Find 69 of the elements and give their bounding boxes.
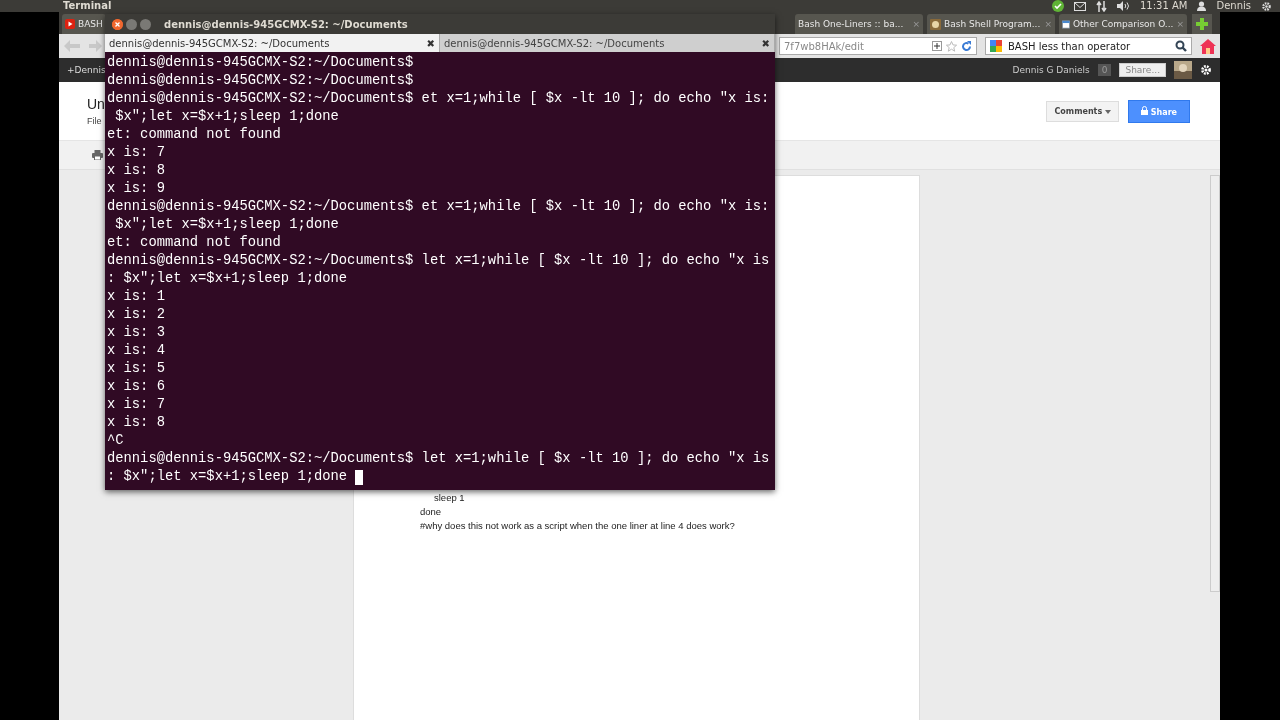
terminal-line: et: command not found — [107, 126, 281, 144]
scrollbar[interactable] — [1210, 175, 1220, 592]
search-icon[interactable] — [1175, 40, 1187, 52]
terminal-line: dennis@dennis-945GCMX-S2:~/Documents$ let x=1;while [ $x -lt 10 ]; do echo "x is — [107, 450, 770, 468]
terminal-line: x is: 4 — [107, 342, 165, 360]
terminal-tab[interactable]: dennis@dennis-945GCMX-S2: ~/Documents ✖ — [105, 34, 440, 52]
document-line: sleep 1 — [433, 491, 466, 505]
menu-item[interactable]: File — [87, 116, 102, 126]
person-icon — [1197, 1, 1207, 11]
profile-link[interactable]: +Dennis — [67, 65, 106, 75]
terminal-line: x is: 8 — [107, 414, 165, 432]
avatar-icon[interactable] — [1174, 61, 1192, 79]
maximize-icon[interactable] — [140, 18, 151, 30]
network-icon[interactable] — [1096, 0, 1107, 12]
search-field[interactable]: BASH less than operator — [985, 37, 1192, 55]
terminal-line: x is: 1 — [107, 288, 165, 306]
document-line: done — [420, 505, 443, 519]
terminal-line: dennis@dennis-945GCMX-S2:~/Documents$ et x=1;while [ $x -lt 10 ]; do echo "x is: — [107, 90, 770, 108]
app-name: Terminal — [63, 0, 112, 12]
gear-icon[interactable] — [1261, 0, 1272, 12]
terminal-line: x is: 7 — [107, 144, 165, 162]
terminal-line: : $x";let x=$x+1;sleep 1;done — [107, 270, 348, 288]
terminal-tab[interactable]: dennis@dennis-945GCMX-S2: ~/Documents ✖ — [440, 34, 775, 52]
print-icon[interactable] — [92, 150, 103, 160]
terminal-line: x is: 2 — [107, 306, 165, 324]
terminal-line: : $x";let x=$x+1;sleep 1;done — [107, 468, 349, 486]
plus-icon[interactable] — [1192, 14, 1212, 34]
terminal-line: x is: 3 — [107, 324, 165, 342]
check-icon[interactable] — [1052, 0, 1064, 12]
speaker-icon[interactable] — [1117, 1, 1130, 11]
user-name[interactable]: Dennis — [1216, 0, 1251, 12]
star-icon[interactable] — [946, 40, 957, 52]
google-icon — [990, 40, 1002, 52]
browser-tab[interactable]: Bash Shell Program... × — [927, 14, 1055, 34]
terminal-line: ^C — [107, 432, 124, 450]
home-icon[interactable] — [1200, 38, 1216, 54]
account-name[interactable]: Dennis G Daniels — [1012, 65, 1090, 75]
terminal-line: x is: 5 — [107, 360, 165, 378]
caret-icon — [1105, 109, 1111, 114]
document-line: #why does this not work as a script when the one liner at line 4 does work? — [420, 519, 736, 533]
close-icon[interactable] — [112, 18, 123, 30]
terminal-line: dennis@dennis-945GCMX-S2:~/Documents$ — [107, 54, 414, 72]
envelope-icon[interactable] — [1074, 1, 1086, 11]
window-title: dennis@dennis-945GCMX-S2: ~/Documents — [164, 18, 408, 30]
address-field[interactable]: 7f7wb8HAk/edit — [779, 37, 977, 55]
comments-button[interactable]: Comments — [1046, 100, 1119, 122]
terminal-line: $x";let x=$x+1;sleep 1;done — [114, 108, 339, 126]
face-icon — [930, 18, 941, 30]
terminal-line: dennis@dennis-945GCMX-S2:~/Documents$ et x=1;while [ $x -lt 10 ]; do echo "x is: — [107, 198, 770, 216]
terminal-line: dennis@dennis-945GCMX-S2:~/Documents$ let x=1;while [ $x -lt 10 ]; do echo "x is — [107, 252, 770, 270]
terminal-line: x is: 6 — [107, 378, 165, 396]
document-title[interactable]: Un — [87, 96, 105, 112]
page-icon — [1062, 18, 1070, 30]
terminal-line: x is: 8 — [107, 162, 165, 180]
browser-tab[interactable]: Other Comparison O... × — [1059, 14, 1187, 34]
browser-tab[interactable]: Bash One-Liners :: ba... × — [795, 14, 923, 34]
lock-icon — [1141, 105, 1148, 115]
terminal-line: x is: 7 — [107, 396, 165, 414]
close-icon[interactable]: ✖ — [761, 37, 770, 49]
terminal-line: x is: 9 — [107, 180, 165, 198]
terminal-line: dennis@dennis-945GCMX-S2:~/Documents$ — [107, 72, 414, 90]
reload-icon[interactable] — [961, 40, 972, 52]
clock[interactable]: 11:31 AM — [1140, 0, 1188, 12]
close-icon[interactable]: ✖ — [426, 37, 435, 49]
terminal-line: et: command not found — [107, 234, 281, 252]
play-icon — [65, 19, 75, 29]
terminal-line: $x";let x=$x+1;sleep 1;done — [114, 216, 339, 234]
browser-tab[interactable]: BASH — [62, 14, 106, 34]
plus-icon[interactable] — [932, 41, 942, 51]
